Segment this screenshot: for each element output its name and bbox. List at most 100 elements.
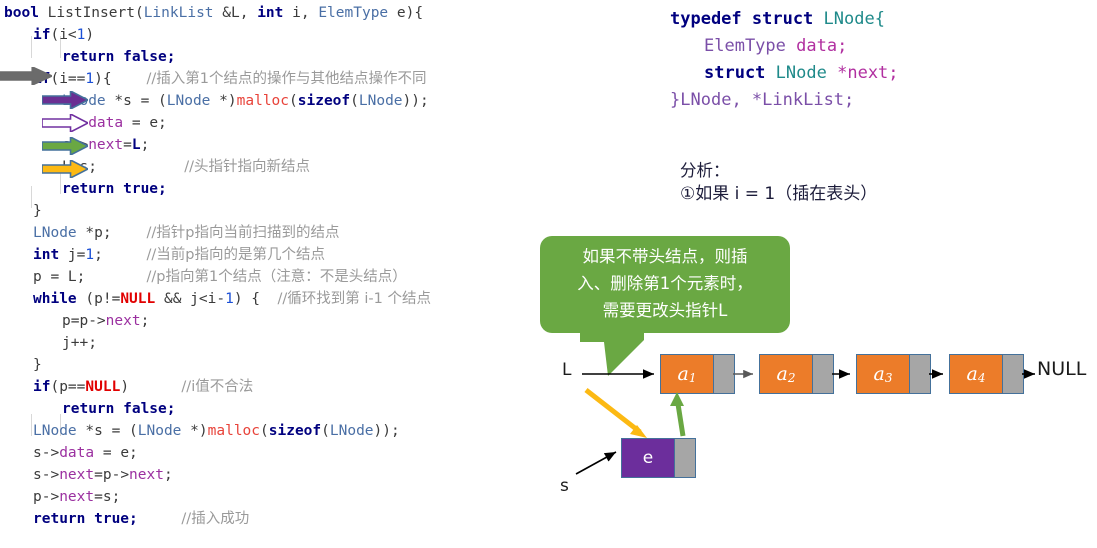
code-token: bool bbox=[4, 5, 39, 21]
code-token: e){ bbox=[388, 5, 424, 21]
node-data-cell: a3 bbox=[857, 355, 909, 393]
code-line: bool ListInsert(LinkList &L, int i, Elem… bbox=[0, 2, 549, 24]
step-marker-assign-next bbox=[42, 137, 88, 155]
code-token: return false; bbox=[62, 401, 176, 417]
list-node: a2 bbox=[759, 354, 834, 394]
code-token: int bbox=[257, 5, 284, 21]
code-token: return true; bbox=[33, 511, 138, 527]
code-token: (i< bbox=[50, 27, 77, 43]
code-token: ; bbox=[888, 63, 899, 83]
code-token: next bbox=[105, 313, 141, 329]
node-value: a bbox=[677, 363, 689, 385]
node-value-sub: 3 bbox=[884, 371, 893, 385]
code-token: ; bbox=[163, 467, 173, 483]
code-line: int j=1; //当前p指向的是第几个结点 bbox=[0, 244, 578, 266]
code-token: while bbox=[33, 291, 77, 307]
node-data-cell: a1 bbox=[661, 355, 713, 393]
code-token: next bbox=[847, 63, 889, 83]
step-marker-update-head bbox=[42, 160, 88, 178]
code-token: malloc bbox=[207, 423, 261, 439]
code-token: LNode bbox=[775, 63, 827, 83]
node-pointer-cell bbox=[713, 355, 734, 393]
code-token: =p-> bbox=[94, 467, 130, 483]
code-token: && j<i- bbox=[155, 291, 226, 307]
code-line: return true; //插入成功 bbox=[0, 508, 578, 530]
code-token: ( bbox=[321, 423, 330, 439]
code-token: //循环找到第 i-1 个结点 bbox=[277, 291, 431, 307]
code-token: ( bbox=[350, 93, 359, 109]
code-line: s->data = e; bbox=[0, 442, 578, 464]
node-pointer-cell bbox=[812, 355, 833, 393]
code-token: (p== bbox=[50, 379, 86, 395]
code-token: return true; bbox=[62, 181, 167, 197]
callout-text: 如果不带头结点，则插 入、删除第1个元素时， 需要更改头指针L bbox=[577, 247, 753, 320]
code-token: LinkList bbox=[762, 90, 845, 110]
diagram-label-s: s bbox=[560, 476, 569, 496]
code-token: next bbox=[59, 489, 95, 505]
code-token: = e; bbox=[123, 115, 167, 131]
code-token: ) { bbox=[233, 291, 278, 307]
code-token: LNode bbox=[33, 225, 77, 241]
step-marker-assign-data bbox=[42, 114, 88, 132]
code-token: , * bbox=[731, 90, 763, 110]
code-token: data bbox=[88, 115, 124, 131]
code-token: ; bbox=[837, 36, 848, 56]
code-token: *s = ( bbox=[105, 93, 167, 109]
node-pointer-cell bbox=[1002, 355, 1023, 393]
code-token: } bbox=[670, 90, 681, 110]
code-token: j++; bbox=[62, 335, 97, 351]
code-token: )); bbox=[373, 423, 400, 439]
node-data-cell: a4 bbox=[950, 355, 1002, 393]
code-token: NULL bbox=[120, 291, 156, 307]
code-token: p=p-> bbox=[62, 313, 106, 329]
code-token: struct bbox=[704, 63, 766, 83]
code-token: } bbox=[33, 357, 42, 373]
code-line: s->data = e; bbox=[0, 112, 607, 134]
code-token: next bbox=[88, 137, 124, 153]
code-token: next bbox=[59, 467, 95, 483]
code-token: int bbox=[33, 247, 60, 263]
code-token: //p指向第1个结点（注意：不是头结点） bbox=[146, 269, 407, 285]
node-pointer-cell bbox=[909, 355, 930, 393]
code-token: i, bbox=[283, 5, 319, 21]
analysis-text: 分析： ①如果 i = 1（插在表头） bbox=[680, 159, 877, 206]
struct-definition-block: typedef struct LNode{ElemType data; struc… bbox=[670, 6, 1090, 114]
code-token: LNode bbox=[823, 9, 875, 29]
code-token: LNode bbox=[33, 423, 77, 439]
new-list-node: e bbox=[621, 438, 696, 478]
code-line: p->next=s; bbox=[0, 486, 578, 508]
code-token: ){ bbox=[94, 71, 112, 87]
linked-list-diagram: L s NULL a1 a2 a3 a4 e bbox=[550, 348, 1097, 548]
code-token: malloc bbox=[236, 93, 290, 109]
code-line: if(i==1){ //插入第1个结点的操作与其他结点操作不同 bbox=[0, 68, 578, 90]
list-node: a3 bbox=[856, 354, 931, 394]
node-data-cell: a2 bbox=[760, 355, 812, 393]
code-token: L bbox=[131, 137, 141, 153]
struct-code-line: ElemType data; bbox=[670, 33, 1090, 60]
code-token: ElemType bbox=[704, 36, 786, 56]
struct-code-line: typedef struct LNode{ bbox=[670, 6, 1090, 33]
code-line: return true; bbox=[0, 178, 607, 200]
node-value: a bbox=[776, 363, 788, 385]
code-token: //指针p指向当前扫描到的结点 bbox=[146, 225, 340, 241]
code-line: return false; bbox=[0, 46, 607, 68]
struct-code-line: struct LNode *next; bbox=[670, 60, 1090, 87]
code-token: p-> bbox=[33, 489, 60, 505]
code-token: ; bbox=[140, 137, 150, 153]
code-token: //头指针指向新结点 bbox=[184, 159, 311, 175]
code-token: 1 bbox=[85, 247, 95, 263]
code-line: return false; bbox=[0, 398, 607, 420]
code-token: &L, bbox=[213, 5, 258, 21]
code-token: * bbox=[826, 63, 848, 83]
code-token: LNode bbox=[358, 93, 403, 109]
list-node: a1 bbox=[660, 354, 735, 394]
code-token: if bbox=[33, 27, 51, 43]
code-line: LNode *s = (LNode *)malloc(sizeof(LNode)… bbox=[0, 90, 607, 112]
code-line: } bbox=[0, 200, 578, 222]
code-line: LNode *s = (LNode *)malloc(sizeof(LNode)… bbox=[0, 420, 578, 442]
code-token: return false; bbox=[62, 49, 176, 65]
code-token: *) bbox=[181, 423, 208, 439]
